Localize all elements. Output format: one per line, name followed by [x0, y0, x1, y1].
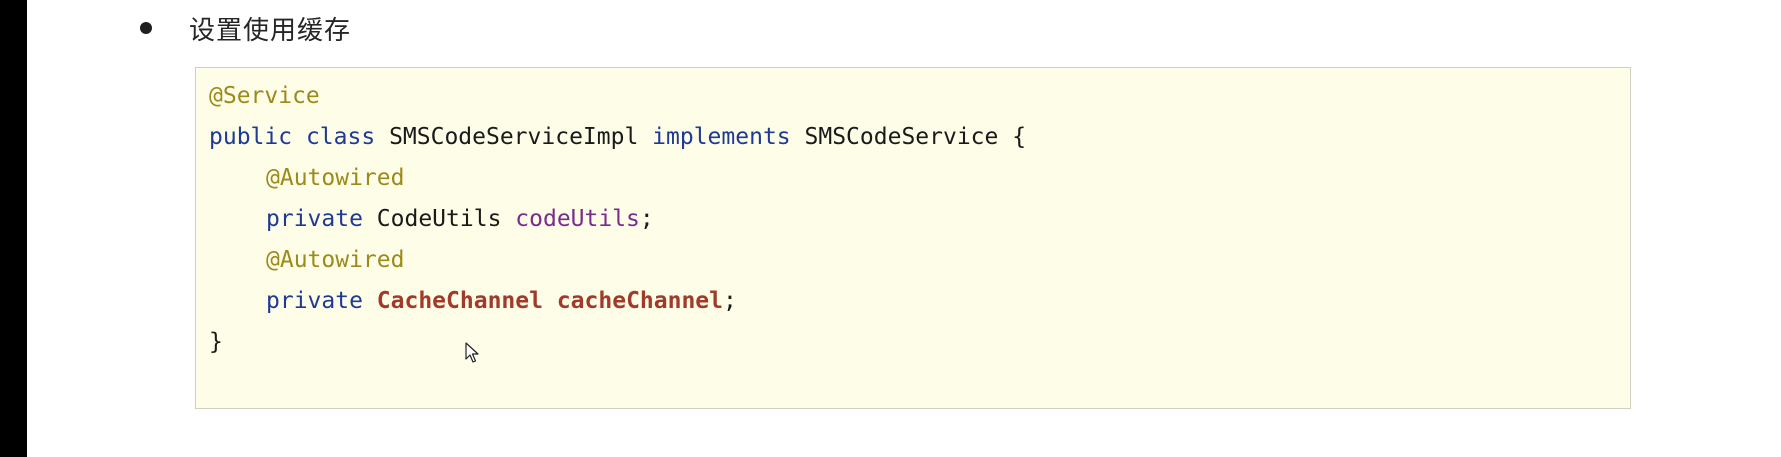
highlighted-field: cacheChannel: [556, 288, 723, 314]
code-line-7: }: [209, 322, 223, 362]
field-type: CodeUtils: [376, 206, 502, 232]
code-line-3: @Autowired: [209, 158, 404, 198]
brace-open: {: [1012, 124, 1027, 150]
code-line-6: private CacheChannel cacheChannel;: [209, 281, 737, 321]
keyword-public: public: [209, 124, 293, 150]
document-page: 设置使用缓存 @Service public class SMSCodeServ…: [27, 0, 1781, 457]
keyword-implements: implements: [652, 124, 791, 150]
keyword-private: private: [266, 288, 363, 314]
code-line-5: @Autowired: [209, 240, 404, 280]
code-line-4: private CodeUtils codeUtils;: [209, 199, 654, 239]
class-name: SMSCodeServiceImpl: [389, 124, 639, 150]
mouse-pointer-icon: [465, 342, 479, 363]
code-line-2: public class SMSCodeServiceImpl implemen…: [209, 117, 1026, 157]
field-name: codeUtils: [515, 206, 640, 232]
code-line-1: @Service: [209, 76, 320, 116]
annotation-autowired: @Autowired: [266, 247, 405, 273]
semicolon: ;: [639, 206, 654, 232]
brace-close: }: [209, 329, 223, 355]
bullet-text: 设置使用缓存: [189, 15, 352, 46]
bullet-item: 设置使用缓存: [140, 8, 351, 48]
highlighted-type: CacheChannel: [376, 288, 543, 314]
semicolon: ;: [723, 288, 737, 314]
keyword-class: class: [305, 124, 376, 150]
bullet-dot-icon: [140, 22, 152, 34]
code-block: @Service public class SMSCodeServiceImpl…: [195, 67, 1631, 409]
interface-name: SMSCodeService: [804, 124, 999, 150]
annotation-service: @Service: [209, 83, 320, 109]
keyword-private: private: [266, 206, 363, 232]
annotation-autowired: @Autowired: [266, 165, 405, 191]
